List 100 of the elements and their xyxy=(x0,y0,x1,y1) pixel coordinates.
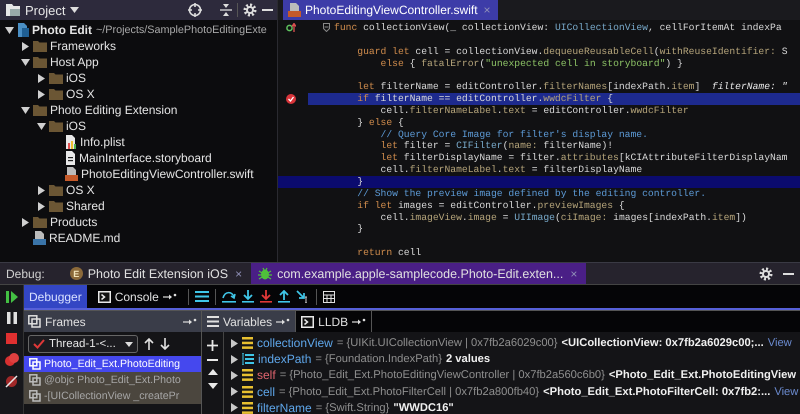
storyboard-file-icon xyxy=(65,151,76,165)
down-arrow-icon[interactable] xyxy=(160,338,170,350)
variable-type: = {Foundation.IndexPath} xyxy=(315,353,442,366)
code-line: cell.imageView.image = UIImage(ciImage: images[indexPath.item]) xyxy=(380,212,748,224)
tree-item[interactable]: Photo Editing Extension xyxy=(50,103,178,117)
resume-icon[interactable] xyxy=(6,291,18,303)
variable-value: 2 values xyxy=(446,353,490,366)
add-icon[interactable] xyxy=(207,340,218,351)
folder-icon xyxy=(6,4,20,16)
debugger-tab[interactable]: Console xyxy=(92,285,182,308)
override-icon[interactable] xyxy=(286,23,296,32)
tree-item[interactable]: Photo Edit xyxy=(32,23,92,37)
tree-item[interactable]: Host App xyxy=(50,55,99,69)
folder-icon xyxy=(49,184,63,196)
code-line: func collectionView(_ collectionView: UICollectionView, cellForItemAt indexPa xyxy=(333,22,783,34)
disclosure-triangle[interactable] xyxy=(21,106,30,114)
step-into-icon[interactable] xyxy=(242,290,254,303)
disclosure-triangle[interactable] xyxy=(22,42,29,50)
disclosure-triangle[interactable] xyxy=(21,58,30,66)
tree-item[interactable]: PhotoEditingViewController.swift xyxy=(81,167,254,181)
code-line: return cell xyxy=(356,247,422,259)
minimize-icon[interactable] xyxy=(783,272,794,274)
editor-tab[interactable]: PhotoEditingViewController.swift × xyxy=(283,0,498,20)
tree-item[interactable]: Frameworks xyxy=(50,39,116,53)
folder-icon xyxy=(33,40,47,52)
debug-tab[interactable]: E Photo Edit Extension iOS × xyxy=(62,263,252,284)
disclosure-triangle[interactable] xyxy=(37,122,46,130)
list-icon[interactable] xyxy=(194,291,209,302)
breakpoints-icon[interactable] xyxy=(4,353,18,366)
force-step-into-icon[interactable] xyxy=(260,290,272,303)
pin-icon[interactable] xyxy=(162,293,177,300)
move-up-icon[interactable] xyxy=(208,369,218,375)
frame-row[interactable]: -[UICollectionView _createPr xyxy=(24,388,201,404)
debugger-tab[interactable]: Debugger xyxy=(24,285,87,308)
calculator-icon[interactable] xyxy=(322,290,335,302)
pin-icon[interactable] xyxy=(352,318,366,325)
code-line: let filterDisplayName = filter.attributes[kCIAttributeFilterDisplayNam xyxy=(380,152,788,164)
close-button[interactable]: × xyxy=(233,266,244,280)
frame-row[interactable]: Photo_Edit_Ext.PhotoEditing xyxy=(24,356,201,372)
folder-icon xyxy=(33,56,47,68)
collapse-all-icon[interactable] xyxy=(220,3,232,17)
folder-icon xyxy=(49,120,63,132)
panel-tab[interactable]: LLDB xyxy=(296,311,372,332)
code-line: cell.filterNameLabel.text = editController.wwdcFilter xyxy=(380,104,690,117)
folder-icon xyxy=(33,216,47,228)
close-button[interactable]: × xyxy=(568,266,580,280)
thread-dropdown[interactable]: Thread-1-<... xyxy=(28,335,138,353)
settings-icon[interactable] xyxy=(243,3,257,17)
disclosure-triangle[interactable] xyxy=(38,90,45,98)
view-link[interactable]: View xyxy=(774,386,798,398)
step-out-icon[interactable] xyxy=(278,290,290,303)
debug-tab[interactable]: com.example.apple-samplecode.Photo-Edit.exten... × xyxy=(251,263,586,284)
disclosure-triangle[interactable] xyxy=(38,186,45,194)
code-line: cell.filterNameLabel.text = filterDisplayName xyxy=(380,164,644,176)
settings-icon[interactable] xyxy=(759,266,773,280)
disclosure-triangle[interactable] xyxy=(38,74,45,82)
panel-label: Debug: xyxy=(5,266,46,280)
object-icon xyxy=(242,402,253,414)
app-badge: E xyxy=(70,267,83,280)
frame-row[interactable]: @objc Photo_Edit_Ext.Photo xyxy=(24,372,201,388)
variable-type: = {Photo_Edit_Ext.PhotoFilterCell | 0x7fb2a800fb40} xyxy=(279,386,540,398)
tree-item[interactable]: iOS xyxy=(66,71,86,85)
move-down-icon[interactable] xyxy=(208,383,218,389)
project-icon xyxy=(17,23,29,37)
dropdown-value: Thread-1-<... xyxy=(49,338,116,350)
fold-icon[interactable] xyxy=(323,23,330,32)
run-to-cursor-icon[interactable] xyxy=(296,290,310,303)
tree-item[interactable]: Shared xyxy=(66,199,105,213)
variable-value: <Photo_Edit_Ext.PhotoFilterCell: 0x7fb2:... xyxy=(543,386,770,398)
pin-icon[interactable] xyxy=(276,318,290,325)
variable-name: collectionView xyxy=(257,336,333,350)
tree-item[interactable]: README.md xyxy=(49,231,120,245)
caret-icon xyxy=(125,342,133,346)
tree-item[interactable]: iOS xyxy=(66,119,86,133)
code-line: else { fatalError("unexpected cell in storyboard") } xyxy=(380,58,684,70)
disclosure-triangle[interactable] xyxy=(22,218,29,226)
tree-item[interactable]: OS X xyxy=(66,183,95,197)
breakpoint-icon[interactable] xyxy=(286,94,296,104)
view-link[interactable]: View xyxy=(768,337,792,350)
tree-item[interactable]: Info.plist xyxy=(80,135,125,149)
pause-icon[interactable] xyxy=(6,312,16,324)
caret-icon[interactable] xyxy=(70,7,80,13)
folder-icon xyxy=(49,200,63,212)
tree-item[interactable]: Products xyxy=(50,215,98,229)
folder-icon xyxy=(49,72,63,84)
panel-tab[interactable]: Variables xyxy=(202,311,296,332)
step-over-icon[interactable] xyxy=(222,290,236,303)
list-icon xyxy=(207,316,219,327)
pin-icon[interactable] xyxy=(183,318,197,325)
variable-value: <Photo_Edit_Ext.PhotoEditingView xyxy=(608,369,796,382)
mute-breakpoints-icon[interactable] xyxy=(5,375,18,388)
tree-item[interactable]: OS X xyxy=(66,87,95,101)
tree-item[interactable]: MainInterface.storyboard xyxy=(79,151,212,165)
up-arrow-icon[interactable] xyxy=(144,338,154,350)
disclosure-triangle[interactable] xyxy=(38,202,45,210)
variable-type: = {Photo_Edit_Ext.PhotoEditingViewController | 0x7fb2a560c6b0} xyxy=(280,369,605,382)
disclosure-triangle[interactable] xyxy=(5,26,14,34)
plist-file-icon xyxy=(65,135,77,149)
locate-icon[interactable] xyxy=(188,3,202,17)
bug-icon xyxy=(258,267,272,280)
